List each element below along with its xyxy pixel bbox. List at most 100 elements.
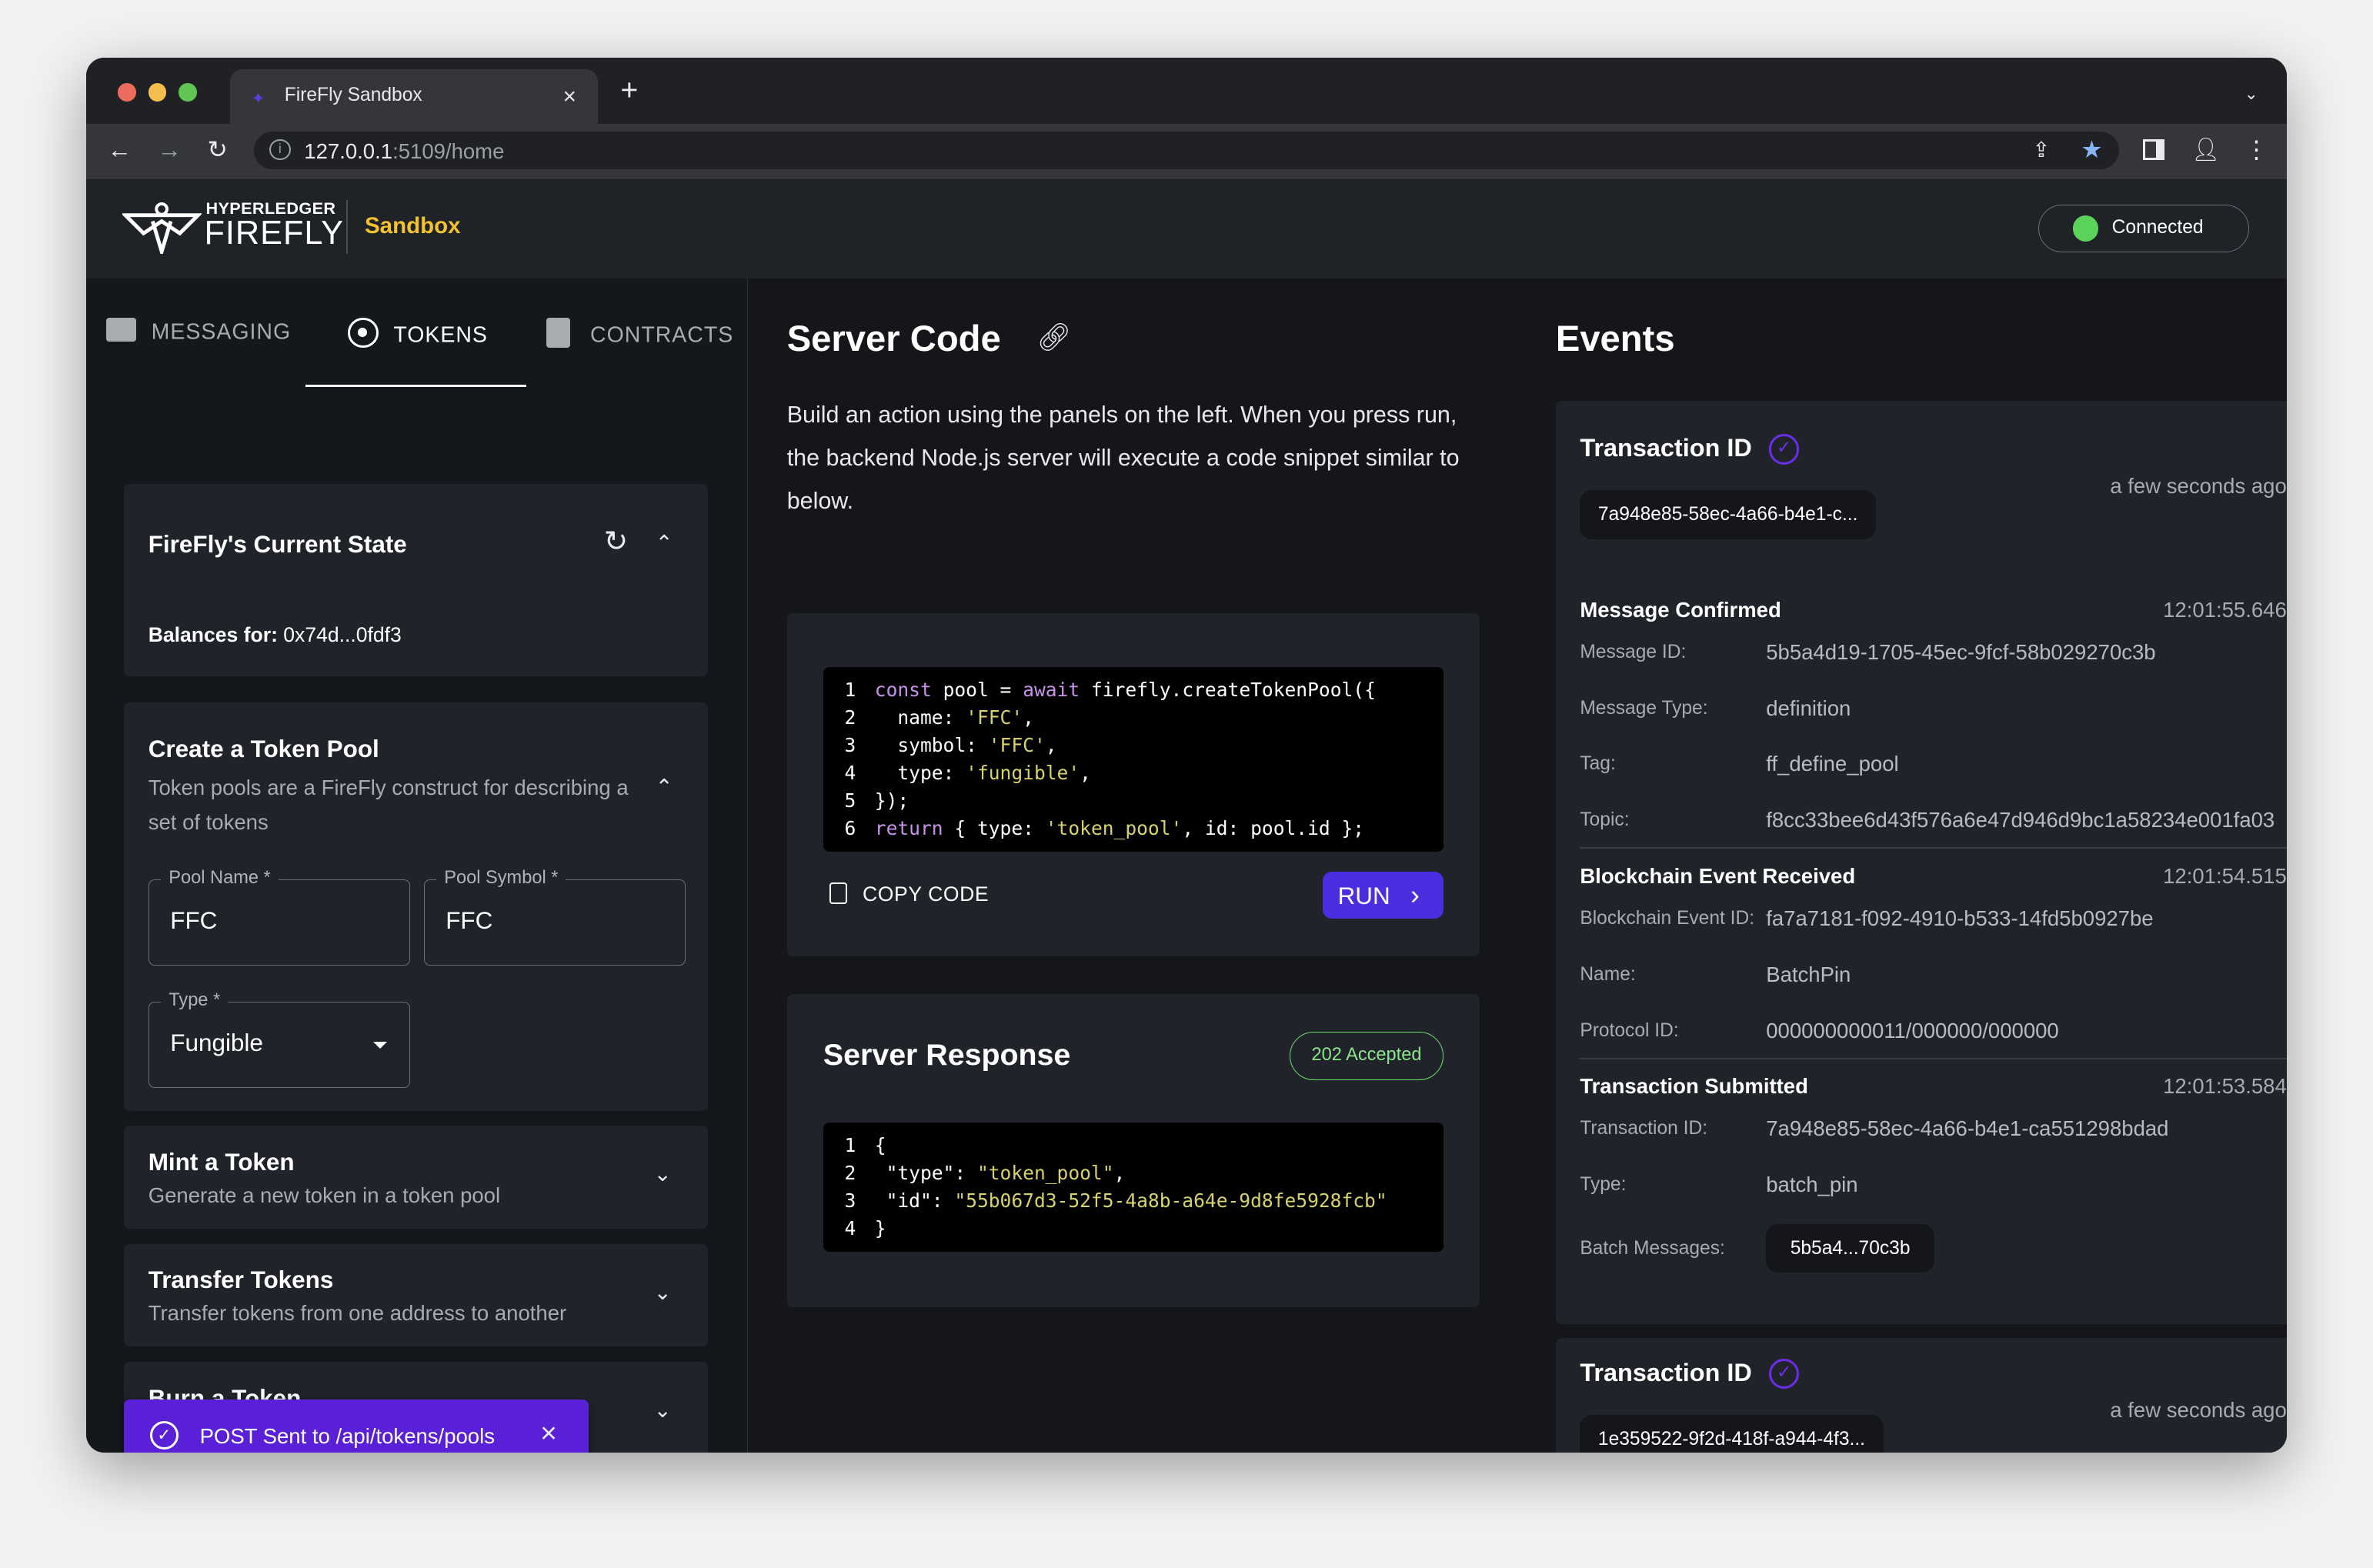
type-select[interactable]: Type * Fungible [148,990,410,1089]
card-description: Transfer tokens from one address to anot… [148,1301,567,1326]
url-text: 127.0.0.1:5109/home [304,138,505,163]
menu-kebab-icon[interactable]: ⋮ [2245,138,2268,162]
close-window-button[interactable] [118,83,136,102]
pool-symbol-input[interactable]: Pool Symbol * FFC [423,867,686,966]
tab-bar: ✦ FireFly Sandbox × + ⌄ [86,57,2287,125]
card-title: FireFly's Current State [148,531,407,559]
field-value: batch_pin [1766,1173,1858,1197]
firefly-logo-icon [122,202,202,255]
field-label: Tag: [1580,753,1616,775]
refresh-icon[interactable]: ↻ [604,527,628,555]
card-title: Mint a Token [148,1148,295,1176]
transaction-id-chip[interactable]: 7a948e85-58ec-4a66-b4e1-c... [1580,490,1877,539]
active-tab-indicator [305,384,527,388]
tab-contracts[interactable]: CONTRACTS [546,318,733,349]
browser-window: ✦ FireFly Sandbox × + ⌄ ← → ↻ i 127.0.0.… [86,57,2287,1453]
new-tab-icon[interactable]: + [620,75,638,105]
reload-icon[interactable]: ↻ [207,138,227,162]
side-panel-icon[interactable] [2142,138,2164,161]
events-panel: Events Transaction ID ✓ 7a948e85-58ec-4a… [1520,279,2287,1453]
transfer-tokens-card[interactable]: Transfer Tokens Transfer tokens from one… [124,1243,709,1347]
field-label: Blockchain Event ID: [1580,908,1755,929]
field-label: Message ID: [1580,641,1687,662]
maximize-window-button[interactable] [179,83,197,102]
close-toast-icon[interactable]: × [540,1418,557,1446]
collapse-chevron-up-icon[interactable]: ⌃ [656,531,673,555]
create-token-pool-card: Create a Token Pool Token pools are a Fi… [124,702,709,1111]
balances-line: Balances for: 0x74d...0fdf3 [148,623,402,647]
expand-chevron-down-icon[interactable]: ⌄ [654,1398,672,1422]
connected-dot-icon [2072,215,2098,242]
status-badge: 202 Accepted [1289,1032,1444,1081]
server-response-card: Server Response 202 Accepted 1{2 "type":… [786,994,1480,1308]
event-time: 12:01:54.515 [2163,864,2287,888]
event-time: 12:01:55.646 [2163,597,2287,622]
tab-search-chevron-down-icon[interactable]: ⌄ [2245,82,2258,105]
bookmark-star-icon[interactable]: ★ [2081,138,2102,162]
event-divider [1580,1057,2287,1059]
back-icon[interactable]: ← [108,138,132,162]
firefly-favicon-icon: ✦ [251,88,265,108]
confirmed-check-icon: ✓ [1769,434,1800,465]
code-snippet: 1 const pool = await firefly.createTokenP… [823,667,1444,852]
event-card: Transaction ID ✓ 7a948e85-58ec-4a66-b4e1… [1555,401,2287,1324]
response-json: 1{2 "type": "token_pool", 3 "id": "55b067… [823,1123,1444,1252]
tab-messaging[interactable]: MESSAGING [105,318,291,345]
toast-message: POST Sent to /api/tokens/pools [199,1423,495,1448]
field-value: fa7a7181-f092-4910-b533-14fd5b0927be [1766,906,2154,931]
profile-icon[interactable]: 👤︎ [2191,138,2220,162]
close-tab-icon[interactable]: × [563,85,576,108]
expand-chevron-down-icon[interactable]: ⌄ [654,1162,672,1186]
mint-token-card[interactable]: Mint a Token Generate a new token in a t… [124,1126,709,1229]
field-label: Topic: [1580,809,1630,831]
chevron-right-icon: › [1410,879,1420,910]
field-label: Protocol ID: [1580,1019,1679,1041]
copy-code-button[interactable]: COPY CODE [829,882,989,906]
pool-name-input[interactable]: Pool Name * FFC [148,867,410,966]
card-description: Generate a new token in a token pool [148,1183,501,1208]
card-title: Create a Token Pool [148,735,379,762]
field-label: Name: [1580,963,1636,985]
collapse-chevron-up-icon[interactable]: ⌃ [656,775,673,799]
success-check-icon: ✓ [149,1420,179,1450]
expand-chevron-down-icon[interactable]: ⌄ [654,1280,672,1304]
event-time: 12:01:53.584 [2163,1074,2287,1099]
transaction-id-chip[interactable]: 1e359522-9f2d-418f-a944-4f3... [1580,1414,1884,1453]
field-value: 7a948e85-58ec-4a66-b4e1-ca551298bdad [1766,1116,2169,1141]
field-value: BatchPin [1766,962,1851,986]
field-value: 000000000011/000000/000000 [1766,1018,2059,1043]
copy-icon [829,882,848,904]
forward-icon[interactable]: → [158,138,182,162]
event-age: a few seconds ago [2110,473,2287,498]
field-value: definition [1766,696,1851,720]
server-response-title: Server Response [823,1038,1071,1073]
share-icon[interactable]: ⇪ [2032,138,2050,162]
server-code-card: 1 const pool = await firefly.createTokenP… [786,612,1480,956]
event-age: a few seconds ago [2110,1398,2287,1423]
connection-status: Connected [2038,204,2249,253]
minimize-window-button[interactable] [148,83,167,102]
current-state-card: FireFly's Current State ↻ ⌃ Balances for… [124,484,709,677]
link-icon[interactable]: 🔗︎ [1036,323,1071,350]
field-value: 5b5a4d19-1705-45ec-9fcf-58b029270c3b [1766,639,2156,664]
event-title: Blockchain Event Received [1580,864,1856,888]
field-value: f8cc33bee6d43f576a6e47d946d9bc1a58234e00… [1766,808,2275,832]
status-text: Connected [2111,217,2204,239]
document-icon [546,318,571,349]
browser-tab[interactable]: ✦ FireFly Sandbox × [229,69,598,125]
event-card: Transaction ID ✓ 1e359522-9f2d-418f-a944… [1555,1337,2287,1453]
message-icon [105,318,136,342]
dropdown-arrow-icon [372,1042,387,1056]
middle-panel: Server Code 🔗︎ Build an action using the… [749,279,1520,1453]
transaction-id-heading: Transaction ID [1580,1359,1752,1387]
tab-tokens[interactable]: TOKENS [348,318,488,349]
batch-message-chip[interactable]: 5b5a4...70c3b [1766,1224,1934,1273]
field-label: Type: [1580,1174,1627,1196]
site-info-icon[interactable]: i [269,138,291,161]
tab-title: FireFly Sandbox [284,85,422,106]
address-bar[interactable]: i 127.0.0.1:5109/home ⇪ ★ [254,132,2119,170]
run-button[interactable]: RUN › [1322,871,1444,919]
app-name: Sandbox [364,213,461,239]
card-title: Transfer Tokens [148,1266,334,1294]
field-label: Transaction ID: [1580,1118,1708,1139]
